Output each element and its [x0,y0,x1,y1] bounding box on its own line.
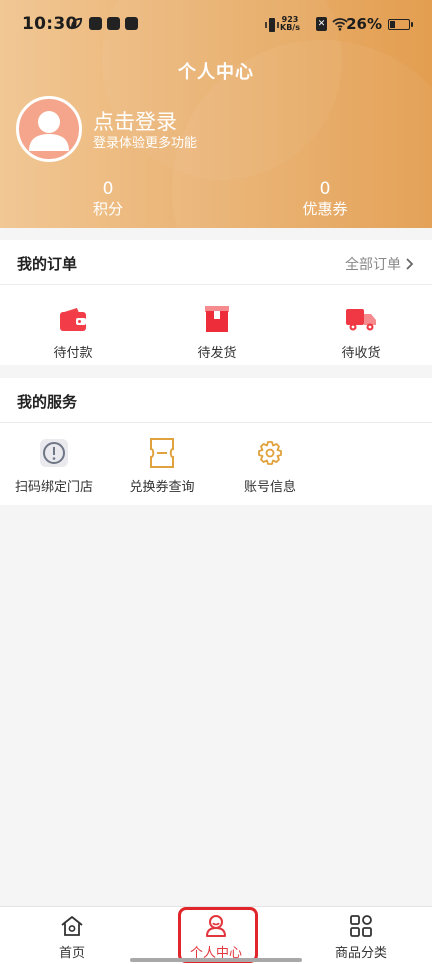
app-notification-icon [89,17,102,30]
home-icon [61,916,83,936]
network-speed: 923 KB/s [280,15,300,32]
service-account-info[interactable]: 账号信息 [205,438,335,495]
no-sim-icon: ✕ [316,17,327,31]
all-orders-label: 全部订单 [345,257,401,273]
wallet-icon [60,308,86,331]
nav-home-label: 首页 [58,946,85,961]
nav-category[interactable]: 商品分类 [301,913,421,961]
truck-icon [346,309,376,331]
order-pending-payment-label: 待付款 [53,346,93,361]
all-orders-link[interactable]: 全部订单 [345,254,414,274]
orders-header: 我的订单 全部订单 [0,240,432,285]
order-pending-receipt-label: 待收货 [341,346,381,361]
services-card: 我的服务 扫码绑定门店 兑换券查询 账号信息 [0,378,432,505]
info-circle-icon [40,439,68,467]
points-stat[interactable]: 0 积分 [48,179,168,219]
order-pending-shipment-label: 待发货 [197,346,237,361]
points-value: 0 [102,179,114,199]
status-right: 923 KB/s ✕ 26% [250,14,413,36]
order-pending-payment[interactable]: 待付款 [8,304,138,361]
battery-percent: 26% [346,15,382,33]
mail-notification-icon [107,17,120,30]
package-icon [205,306,229,332]
page-title: 个人中心 [178,62,254,83]
points-label: 积分 [92,200,123,218]
service-account-info-label: 账号信息 [243,480,296,495]
order-pending-shipment[interactable]: 待发货 [152,304,282,361]
grid-icon [350,915,372,937]
active-tab-highlight [178,907,258,963]
coupons-stat[interactable]: 0 优惠券 [265,179,385,219]
nav-category-label: 商品分类 [334,946,387,961]
nav-home[interactable]: 首页 [12,913,132,961]
home-indicator[interactable] [130,958,302,962]
leaf-app-icon [70,17,83,30]
gear-icon [258,441,282,465]
play-notification-icon [125,17,138,30]
order-pending-receipt[interactable]: 待收货 [296,304,426,361]
battery-icon [388,19,413,30]
orders-card: 我的订单 全部订单 待付款 待发货 待收货 [0,240,432,365]
coupons-value: 0 [319,179,331,199]
chevron-right-icon [406,258,414,270]
profile-header: 10:30 923 KB/s ✕ 26% 个人中心 点击登录 登录体验更多功能 … [0,0,432,228]
vibrate-icon [265,18,279,32]
coupons-label: 优惠券 [302,200,348,218]
services-header: 我的服务 [0,378,432,423]
status-bar: 10:30 923 KB/s ✕ 26% [0,0,432,52]
orders-title: 我的订单 [17,255,78,273]
voucher-icon [150,438,174,468]
services-title: 我的服务 [17,393,78,411]
default-user-icon [29,111,69,151]
login-subtitle: 登录体验更多功能 [93,136,198,151]
avatar[interactable] [16,96,82,162]
